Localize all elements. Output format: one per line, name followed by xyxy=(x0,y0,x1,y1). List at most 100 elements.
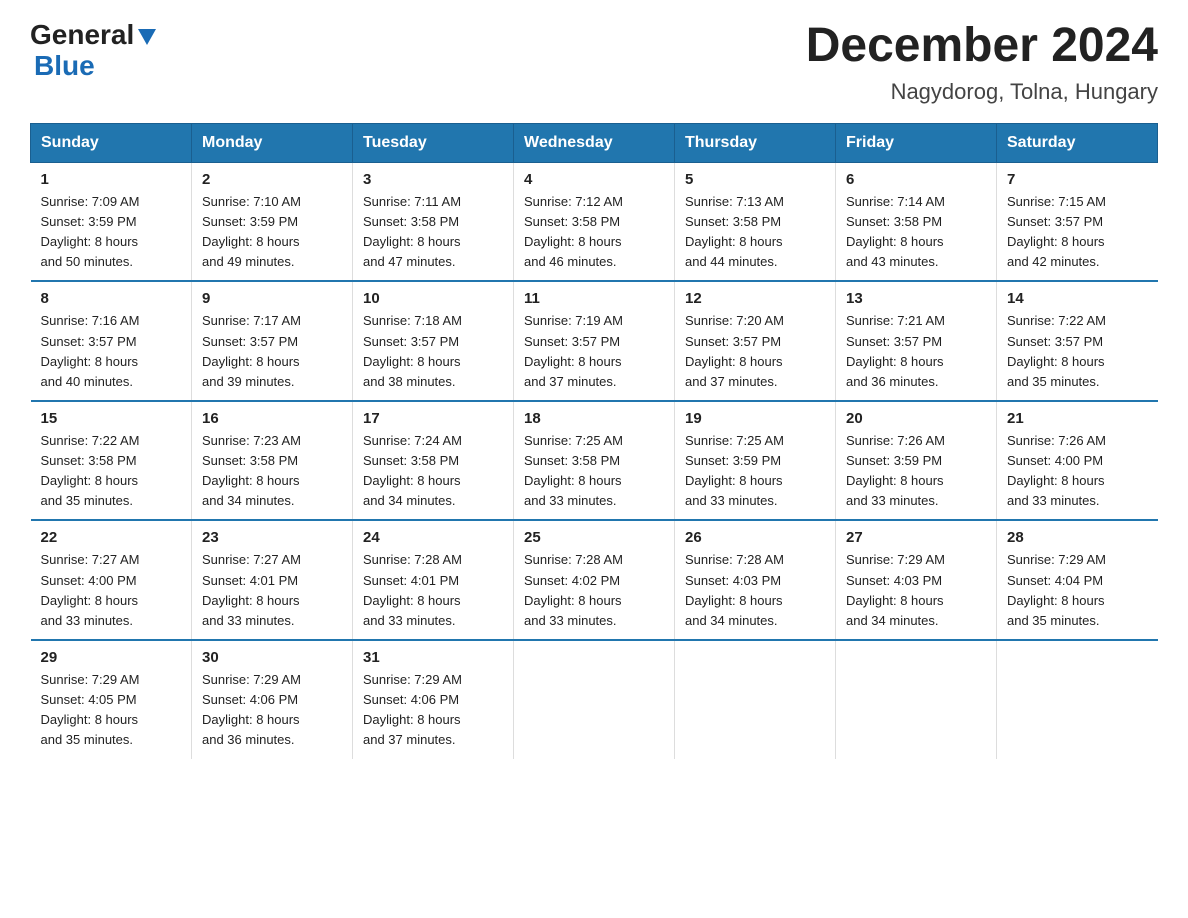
calendar-day-cell: 29 Sunrise: 7:29 AMSunset: 4:05 PMDayligh… xyxy=(31,640,192,759)
calendar-week-row: 15 Sunrise: 7:22 AMSunset: 3:58 PMDayligh… xyxy=(31,401,1158,521)
month-title: December 2024 xyxy=(806,20,1158,73)
day-number: 16 xyxy=(202,410,342,427)
day-number: 6 xyxy=(846,171,986,188)
logo: General Blue xyxy=(30,20,158,82)
calendar-day-cell: 21Sunrise: 7:26 AMSunset: 4:00 PMDayligh… xyxy=(997,401,1158,521)
day-info: Sunrise: 7:28 AMSunset: 4:03 PMDaylight:… xyxy=(685,552,784,627)
day-info: Sunrise: 7:25 AMSunset: 3:59 PMDaylight:… xyxy=(685,433,784,508)
calendar-day-cell: 11 Sunrise: 7:19 AMSunset: 3:57 PMDayligh… xyxy=(514,281,675,401)
calendar-week-row: 29 Sunrise: 7:29 AMSunset: 4:05 PMDayligh… xyxy=(31,640,1158,759)
day-number: 19 xyxy=(685,410,825,427)
calendar-day-cell: 13 Sunrise: 7:21 AMSunset: 3:57 PMDayligh… xyxy=(836,281,997,401)
day-info: Sunrise: 7:09 AMSunset: 3:59 PMDaylight:… xyxy=(41,194,140,269)
title-block: December 2024 Nagydorog, Tolna, Hungary xyxy=(806,20,1158,105)
day-number: 20 xyxy=(846,410,986,427)
weekday-header-cell: Friday xyxy=(836,123,997,162)
weekday-header-cell: Thursday xyxy=(675,123,836,162)
day-number: 15 xyxy=(41,410,182,427)
day-info: Sunrise: 7:11 AMSunset: 3:58 PMDaylight:… xyxy=(363,194,461,269)
page-header: General Blue December 2024 Nagydorog, To… xyxy=(30,20,1158,105)
day-info: Sunrise: 7:22 AMSunset: 3:57 PMDaylight:… xyxy=(1007,313,1106,388)
day-number: 12 xyxy=(685,290,825,307)
calendar-day-cell: 20 Sunrise: 7:26 AMSunset: 3:59 PMDayligh… xyxy=(836,401,997,521)
calendar-body: 1 Sunrise: 7:09 AMSunset: 3:59 PMDaylight… xyxy=(31,162,1158,758)
day-number: 11 xyxy=(524,290,664,307)
day-info: Sunrise: 7:18 AMSunset: 3:57 PMDaylight:… xyxy=(363,313,462,388)
day-number: 3 xyxy=(363,171,503,188)
calendar-week-row: 22 Sunrise: 7:27 AMSunset: 4:00 PMDayligh… xyxy=(31,520,1158,640)
day-number: 14 xyxy=(1007,290,1148,307)
day-number: 26 xyxy=(685,529,825,546)
day-info: Sunrise: 7:29 AMSunset: 4:03 PMDaylight:… xyxy=(846,552,945,627)
day-info: Sunrise: 7:13 AMSunset: 3:58 PMDaylight:… xyxy=(685,194,784,269)
day-number: 4 xyxy=(524,171,664,188)
calendar-day-cell: 8 Sunrise: 7:16 AMSunset: 3:57 PMDaylight… xyxy=(31,281,192,401)
weekday-header-cell: Monday xyxy=(192,123,353,162)
calendar-day-cell: 26 Sunrise: 7:28 AMSunset: 4:03 PMDayligh… xyxy=(675,520,836,640)
day-number: 10 xyxy=(363,290,503,307)
day-info: Sunrise: 7:16 AMSunset: 3:57 PMDaylight:… xyxy=(41,313,140,388)
weekday-header-cell: Saturday xyxy=(997,123,1158,162)
location-title: Nagydorog, Tolna, Hungary xyxy=(806,79,1158,105)
calendar-day-cell xyxy=(514,640,675,759)
day-info: Sunrise: 7:19 AMSunset: 3:57 PMDaylight:… xyxy=(524,313,623,388)
day-info: Sunrise: 7:15 AMSunset: 3:57 PMDaylight:… xyxy=(1007,194,1106,269)
calendar-day-cell: 18Sunrise: 7:25 AMSunset: 3:58 PMDayligh… xyxy=(514,401,675,521)
day-info: Sunrise: 7:21 AMSunset: 3:57 PMDaylight:… xyxy=(846,313,945,388)
day-info: Sunrise: 7:29 AMSunset: 4:06 PMDaylight:… xyxy=(363,672,462,747)
day-number: 21 xyxy=(1007,410,1148,427)
weekday-header-cell: Sunday xyxy=(31,123,192,162)
day-info: Sunrise: 7:10 AMSunset: 3:59 PMDaylight:… xyxy=(202,194,301,269)
calendar-day-cell: 3 Sunrise: 7:11 AMSunset: 3:58 PMDaylight… xyxy=(353,162,514,281)
calendar-day-cell: 27Sunrise: 7:29 AMSunset: 4:03 PMDayligh… xyxy=(836,520,997,640)
day-number: 22 xyxy=(41,529,182,546)
calendar-week-row: 8 Sunrise: 7:16 AMSunset: 3:57 PMDaylight… xyxy=(31,281,1158,401)
calendar-day-cell: 25Sunrise: 7:28 AMSunset: 4:02 PMDayligh… xyxy=(514,520,675,640)
calendar-day-cell xyxy=(997,640,1158,759)
day-info: Sunrise: 7:26 AMSunset: 3:59 PMDaylight:… xyxy=(846,433,945,508)
weekday-header-cell: Tuesday xyxy=(353,123,514,162)
day-number: 23 xyxy=(202,529,342,546)
calendar-day-cell: 17Sunrise: 7:24 AMSunset: 3:58 PMDayligh… xyxy=(353,401,514,521)
day-number: 18 xyxy=(524,410,664,427)
weekday-header-row: SundayMondayTuesdayWednesdayThursdayFrid… xyxy=(31,123,1158,162)
calendar-day-cell: 9Sunrise: 7:17 AMSunset: 3:57 PMDaylight… xyxy=(192,281,353,401)
calendar-table: SundayMondayTuesdayWednesdayThursdayFrid… xyxy=(30,123,1158,759)
day-number: 2 xyxy=(202,171,342,188)
calendar-day-cell: 12 Sunrise: 7:20 AMSunset: 3:57 PMDayligh… xyxy=(675,281,836,401)
calendar-day-cell xyxy=(675,640,836,759)
calendar-day-cell xyxy=(836,640,997,759)
weekday-header-cell: Wednesday xyxy=(514,123,675,162)
day-number: 28 xyxy=(1007,529,1148,546)
calendar-day-cell: 2 Sunrise: 7:10 AMSunset: 3:59 PMDaylight… xyxy=(192,162,353,281)
calendar-day-cell: 1 Sunrise: 7:09 AMSunset: 3:59 PMDaylight… xyxy=(31,162,192,281)
day-number: 13 xyxy=(846,290,986,307)
day-info: Sunrise: 7:27 AMSunset: 4:00 PMDaylight:… xyxy=(41,552,140,627)
calendar-day-cell: 7 Sunrise: 7:15 AMSunset: 3:57 PMDaylight… xyxy=(997,162,1158,281)
day-number: 29 xyxy=(41,649,182,666)
day-info: Sunrise: 7:20 AMSunset: 3:57 PMDaylight:… xyxy=(685,313,784,388)
logo-blue-text: Blue xyxy=(34,51,95,82)
logo-general-text: General xyxy=(30,20,134,51)
day-number: 17 xyxy=(363,410,503,427)
day-number: 8 xyxy=(41,290,182,307)
day-number: 24 xyxy=(363,529,503,546)
calendar-day-cell: 19 Sunrise: 7:25 AMSunset: 3:59 PMDayligh… xyxy=(675,401,836,521)
day-number: 31 xyxy=(363,649,503,666)
day-info: Sunrise: 7:14 AMSunset: 3:58 PMDaylight:… xyxy=(846,194,945,269)
calendar-day-cell: 31 Sunrise: 7:29 AMSunset: 4:06 PMDayligh… xyxy=(353,640,514,759)
calendar-day-cell: 5Sunrise: 7:13 AMSunset: 3:58 PMDaylight… xyxy=(675,162,836,281)
day-info: Sunrise: 7:17 AMSunset: 3:57 PMDaylight:… xyxy=(202,313,301,388)
day-number: 1 xyxy=(41,171,182,188)
calendar-day-cell: 23Sunrise: 7:27 AMSunset: 4:01 PMDayligh… xyxy=(192,520,353,640)
day-number: 7 xyxy=(1007,171,1148,188)
day-info: Sunrise: 7:22 AMSunset: 3:58 PMDaylight:… xyxy=(41,433,140,508)
calendar-week-row: 1 Sunrise: 7:09 AMSunset: 3:59 PMDaylight… xyxy=(31,162,1158,281)
logo-triangle-icon xyxy=(136,25,158,47)
day-number: 30 xyxy=(202,649,342,666)
calendar-day-cell: 10 Sunrise: 7:18 AMSunset: 3:57 PMDayligh… xyxy=(353,281,514,401)
calendar-day-cell: 22 Sunrise: 7:27 AMSunset: 4:00 PMDayligh… xyxy=(31,520,192,640)
day-info: Sunrise: 7:29 AMSunset: 4:05 PMDaylight:… xyxy=(41,672,140,747)
day-number: 25 xyxy=(524,529,664,546)
day-info: Sunrise: 7:12 AMSunset: 3:58 PMDaylight:… xyxy=(524,194,623,269)
